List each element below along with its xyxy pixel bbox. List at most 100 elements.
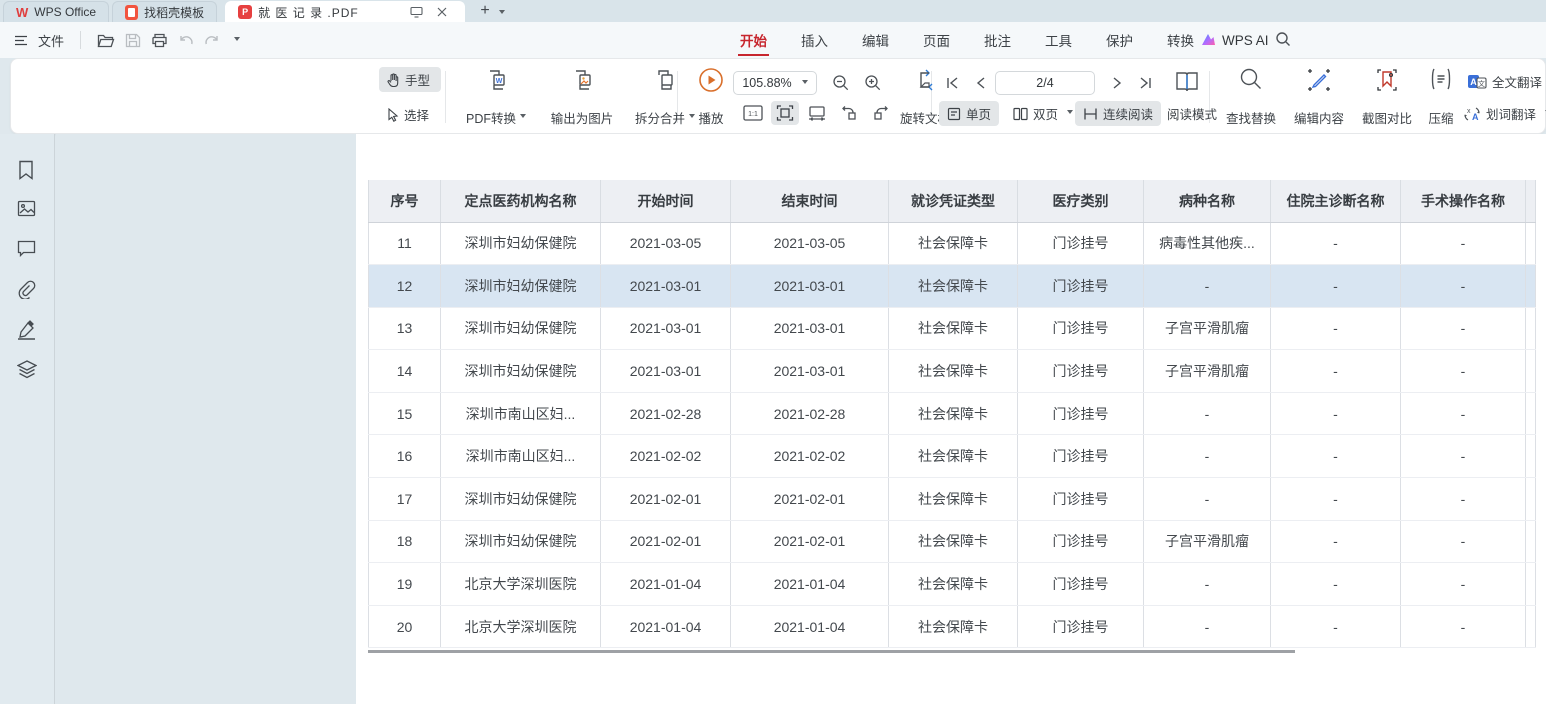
menu-item[interactable]: 插入 <box>799 22 830 58</box>
table-row[interactable]: 15深圳市南山区妇...2021-02-282021-02-28社会保障卡门诊挂… <box>369 392 1536 435</box>
undo-icon[interactable] <box>178 34 194 47</box>
select-tool-label: 选择 <box>404 105 429 124</box>
rotate-right-button[interactable] <box>867 101 895 125</box>
read-mode-button[interactable]: 阅读模式 <box>1159 101 1225 126</box>
thumbnails-icon[interactable] <box>17 200 36 217</box>
table-cell: 社会保障卡 <box>889 350 1018 393</box>
menu-item[interactable]: 页面 <box>921 22 952 58</box>
page-indicator-input[interactable]: 2/4 <box>995 71 1095 95</box>
comments-icon[interactable] <box>17 240 36 257</box>
zoom-in-button[interactable] <box>859 71 887 95</box>
zoom-in-icon <box>864 74 882 92</box>
edit-content-button[interactable]: 编辑内容 <box>1287 67 1351 127</box>
table-row[interactable]: 14深圳市妇幼保健院2021-03-012021-03-01社会保障卡门诊挂号子… <box>369 350 1536 393</box>
table-cell: 2021-01-04 <box>601 563 731 606</box>
next-page-button[interactable] <box>1103 71 1131 95</box>
menu-item[interactable]: 转换 <box>1165 22 1196 58</box>
layers-icon[interactable] <box>17 360 37 379</box>
screenshot-compare-button[interactable]: 截图对比 <box>1355 67 1419 127</box>
first-page-icon <box>946 77 960 89</box>
single-page-button[interactable]: 单页 <box>939 101 999 126</box>
tab-close-icon[interactable] <box>432 7 452 17</box>
full-translate-button[interactable]: A 文 全文翻译 <box>1459 69 1546 94</box>
table-cell: 14 <box>369 350 441 393</box>
table-cell: 2021-02-02 <box>731 435 889 478</box>
tab-document-pdf[interactable]: P 就 医 记 录 .PDF <box>225 1 465 22</box>
table-cell: - <box>1401 605 1526 648</box>
print-icon[interactable] <box>151 33 168 48</box>
file-menu[interactable]: 文件 <box>38 31 64 50</box>
menu-item[interactable]: 开始 <box>738 22 769 58</box>
table-cell: 病毒性其他疾... <box>1144 222 1271 265</box>
tab-monitor-icon[interactable] <box>406 6 426 18</box>
find-replace-icon <box>1239 67 1263 91</box>
double-page-button[interactable]: 双页 <box>1005 101 1081 126</box>
menu-search-icon[interactable] <box>1275 31 1291 47</box>
rotate-left-button[interactable] <box>835 101 863 125</box>
menu-item[interactable]: 编辑 <box>860 22 891 58</box>
select-tool-button[interactable]: 选择 <box>379 102 441 127</box>
table-cell: 子宫平滑肌瘤 <box>1144 307 1271 350</box>
table-cell <box>1526 605 1536 648</box>
export-image-label: 输出为图片 <box>551 108 614 127</box>
quick-access-chevron-icon[interactable] <box>234 37 240 44</box>
table-row[interactable]: 11深圳市妇幼保健院2021-03-052021-03-05社会保障卡门诊挂号病… <box>369 222 1536 265</box>
table-cell: 18 <box>369 520 441 563</box>
pdf-convert-button[interactable]: W PDF转换 <box>453 67 539 127</box>
table-row[interactable]: 12深圳市妇幼保健院2021-03-012021-03-01社会保障卡门诊挂号-… <box>369 265 1536 308</box>
signature-icon[interactable] <box>17 320 36 340</box>
tab-wps-office[interactable]: W WPS Office <box>3 1 109 22</box>
table-cell: - <box>1271 520 1401 563</box>
rotate-document-icon <box>912 67 938 93</box>
save-icon[interactable] <box>125 33 141 48</box>
table-cell: - <box>1144 392 1271 435</box>
menu-item[interactable]: 批注 <box>982 22 1013 58</box>
play-button[interactable]: 播放 <box>683 67 739 127</box>
table-cell: - <box>1271 222 1401 265</box>
hand-tool-button[interactable]: 手型 <box>379 67 441 92</box>
zoom-out-button[interactable] <box>827 71 855 95</box>
attachments-icon[interactable] <box>17 280 36 299</box>
zoom-level-select[interactable]: 105.88% <box>733 71 817 95</box>
table-header-cell: 病种名称 <box>1144 180 1271 222</box>
table-row[interactable]: 18深圳市妇幼保健院2021-02-012021-02-01社会保障卡门诊挂号子… <box>369 520 1536 563</box>
redo-icon[interactable] <box>204 34 220 47</box>
find-replace-button[interactable]: 查找替换 <box>1219 67 1283 127</box>
fit-width-button[interactable] <box>803 101 831 125</box>
screenshot-compare-icon <box>1374 67 1400 93</box>
export-image-button[interactable]: 输出为图片 <box>539 67 625 127</box>
table-cell: - <box>1271 478 1401 521</box>
prev-page-button[interactable] <box>967 71 995 95</box>
word-translate-button[interactable]: x A 划词翻译 <box>1455 101 1546 126</box>
hamburger-menu-icon[interactable] <box>14 35 28 46</box>
word-translate-label: 划词翻译 <box>1486 104 1536 123</box>
table-cell: 深圳市妇幼保健院 <box>441 478 601 521</box>
table-row[interactable]: 17深圳市妇幼保健院2021-02-012021-02-01社会保障卡门诊挂号-… <box>369 478 1536 521</box>
table-cell: 门诊挂号 <box>1018 307 1144 350</box>
table-cell <box>1526 435 1536 478</box>
new-tab-button[interactable]: + <box>475 0 495 22</box>
continuous-read-button[interactable]: 连续阅读 <box>1075 101 1161 126</box>
table-row[interactable]: 13深圳市妇幼保健院2021-03-012021-03-01社会保障卡门诊挂号子… <box>369 307 1536 350</box>
table-cell: 19 <box>369 563 441 606</box>
open-folder-icon[interactable] <box>97 33 115 48</box>
tab-docer-templates[interactable]: 找稻壳模板 <box>112 1 217 22</box>
fit-page-button[interactable] <box>771 101 799 125</box>
table-row[interactable]: 16深圳市南山区妇...2021-02-022021-02-02社会保障卡门诊挂… <box>369 435 1536 478</box>
zoom-out-icon <box>832 74 850 92</box>
table-row[interactable]: 19北京大学深圳医院2021-01-042021-01-04社会保障卡门诊挂号-… <box>369 563 1536 606</box>
menu-item[interactable]: 工具 <box>1043 22 1074 58</box>
actual-size-button[interactable]: 1:1 <box>739 101 767 125</box>
wps-ai-entry[interactable]: WPS AI <box>1200 22 1269 58</box>
last-page-button[interactable] <box>1131 71 1159 95</box>
first-page-button[interactable] <box>939 71 967 95</box>
document-page[interactable]: 序号定点医药机构名称开始时间结束时间就诊凭证类型医疗类别病种名称住院主诊断名称手… <box>356 134 1546 704</box>
table-cell: 深圳市妇幼保健院 <box>441 222 601 265</box>
table-cell: 门诊挂号 <box>1018 478 1144 521</box>
tab-list-chevron-icon[interactable] <box>499 10 505 17</box>
bookmarks-icon[interactable] <box>17 160 35 180</box>
menu-item[interactable]: 保护 <box>1104 22 1135 58</box>
table-row[interactable]: 20北京大学深圳医院2021-01-042021-01-04社会保障卡门诊挂号-… <box>369 605 1536 648</box>
table-cell: 门诊挂号 <box>1018 605 1144 648</box>
table-cell: - <box>1144 605 1271 648</box>
